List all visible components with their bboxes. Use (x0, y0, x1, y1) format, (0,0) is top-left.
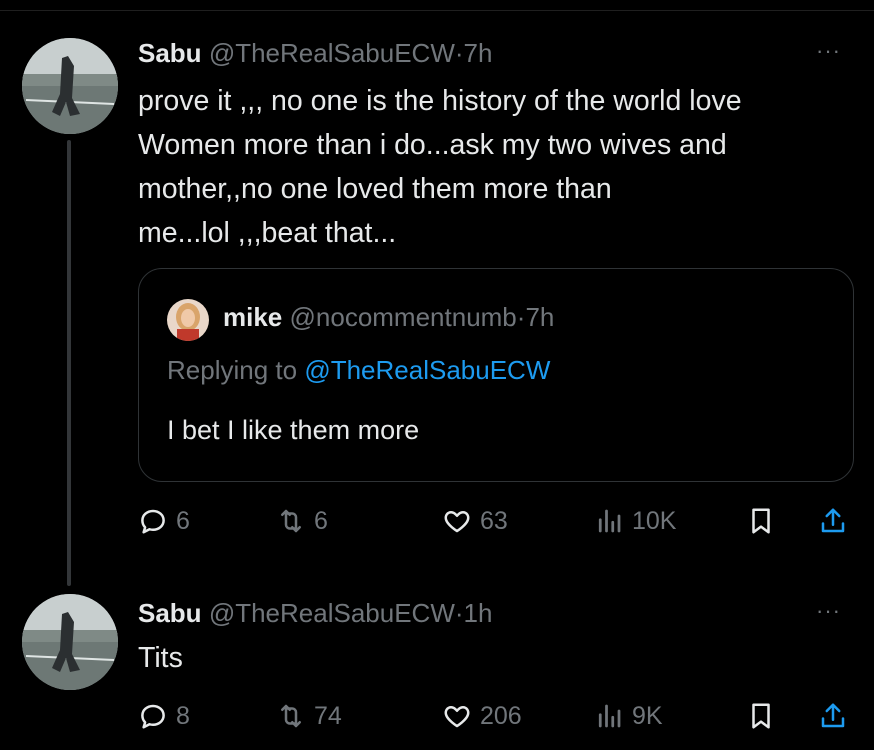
action-bar: 6 6 63 10K (138, 503, 858, 539)
bookmark-button[interactable] (746, 698, 776, 734)
quoted-text: I bet I like them more (167, 415, 420, 445)
views-icon (598, 509, 621, 533)
reply-count: 6 (176, 506, 190, 535)
more-options-icon[interactable]: ··· (816, 598, 841, 624)
author-name[interactable]: Sabu (138, 38, 202, 68)
tweet-text-line: Tits (138, 642, 183, 674)
bookmark-icon (752, 508, 770, 534)
like-count: 206 (480, 701, 522, 730)
action-bar: 8 74 206 9K (138, 698, 858, 734)
reply-count: 8 (176, 701, 190, 730)
like-button[interactable]: 63 (442, 503, 508, 539)
views-count: 9K (632, 701, 663, 730)
tweet-header: Sabu @TheRealSabuECW·1h (138, 598, 492, 629)
tweet-text-line: mother,,no one loved them more than (138, 173, 612, 205)
tweet-1[interactable]: Sabu @TheRealSabuECW·7h ··· prove it ,,,… (0, 0, 874, 590)
replying-prefix: Replying to (167, 355, 298, 385)
retweet-button[interactable]: 6 (276, 503, 328, 539)
bookmark-icon (752, 703, 770, 729)
tweet-text-line: prove it ,,, no one is the history of th… (138, 85, 742, 117)
heart-icon (444, 706, 470, 728)
quoted-avatar[interactable] (167, 299, 209, 341)
tweet-text: prove it ,,, no one is the history of th… (138, 79, 858, 255)
timestamp[interactable]: 7h (464, 38, 493, 68)
quoted-timestamp: 7h (525, 302, 555, 332)
tweet-text-line: Women more than i do...ask my two wives … (138, 129, 727, 161)
timestamp[interactable]: 1h (464, 598, 493, 628)
reply-icon (141, 509, 165, 534)
reply-button[interactable]: 8 (138, 698, 190, 734)
thread-line (67, 140, 71, 586)
tweet-2[interactable]: Sabu @TheRealSabuECW·1h ··· Tits 8 74 20… (0, 590, 874, 750)
heart-icon (444, 511, 470, 533)
bookmark-button[interactable] (746, 503, 776, 539)
author-handle[interactable]: @TheRealSabuECW (209, 598, 455, 628)
avatar[interactable] (22, 594, 118, 690)
author-name[interactable]: Sabu (138, 598, 202, 628)
share-icon (821, 703, 845, 728)
tweet-text: Tits (138, 636, 858, 680)
quoted-tweet[interactable]: mike @nocommentnumb·7h Replying to @TheR… (138, 268, 854, 482)
views-button[interactable]: 10K (594, 503, 676, 539)
tweet-text-line: me...lol ,,,beat that... (138, 217, 397, 249)
retweet-button[interactable]: 74 (276, 698, 342, 734)
retweet-count: 6 (314, 506, 328, 535)
retweet-icon (281, 509, 301, 533)
reply-icon (141, 704, 165, 729)
quoted-header: mike @nocommentnumb·7h (223, 302, 554, 333)
separator: · (454, 598, 464, 628)
avatar[interactable] (22, 38, 118, 134)
reply-button[interactable]: 6 (138, 503, 190, 539)
views-button[interactable]: 9K (594, 698, 663, 734)
retweet-count: 74 (314, 701, 342, 730)
like-button[interactable]: 206 (442, 698, 522, 734)
separator: · (454, 38, 464, 68)
views-count: 10K (632, 506, 677, 535)
quoted-author-name[interactable]: mike (223, 302, 282, 332)
share-icon (821, 508, 845, 533)
like-count: 63 (480, 506, 508, 535)
replying-to: Replying to @TheRealSabuECW (167, 355, 550, 386)
share-button[interactable] (818, 503, 848, 539)
quoted-author-handle[interactable]: @nocommentnumb (290, 302, 517, 332)
more-options-icon[interactable]: ··· (816, 38, 841, 64)
author-handle[interactable]: @TheRealSabuECW (209, 38, 455, 68)
tweet-header: Sabu @TheRealSabuECW·7h (138, 38, 492, 69)
retweet-icon (281, 704, 301, 728)
share-button[interactable] (818, 698, 848, 734)
views-icon (598, 704, 621, 728)
replying-mention-link[interactable]: @TheRealSabuECW (304, 355, 550, 385)
